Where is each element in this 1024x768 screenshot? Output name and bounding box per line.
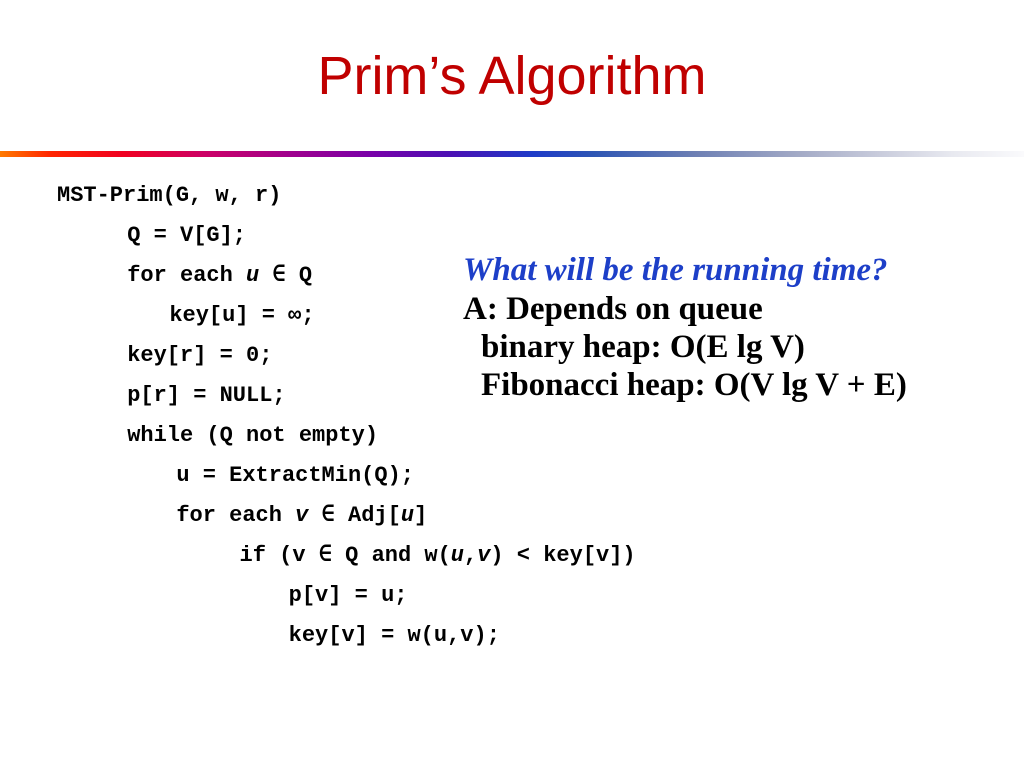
answer-line: binary heap: O(E lg V) bbox=[481, 329, 805, 365]
slide: Prim’s Algorithm MST-Prim(G, w, r) Q = V[… bbox=[0, 0, 1024, 768]
annotation-block: What will be the running time? A: Depend… bbox=[463, 250, 1024, 404]
gradient-divider bbox=[0, 151, 1024, 157]
page-title: Prim’s Algorithm bbox=[317, 46, 707, 106]
code-line: while (Q not empty) bbox=[127, 423, 379, 448]
code-line: for each v ∈ Adj[u] bbox=[176, 503, 428, 528]
code-line: MST-Prim(G, w, r) bbox=[57, 183, 282, 208]
code-line: p[v] = u; bbox=[288, 583, 408, 608]
code-line: key[v] = w(u,v); bbox=[288, 623, 500, 648]
answer-line: Fibonacci heap: O(V lg V + E) bbox=[481, 367, 907, 403]
answer-line: A: Depends on queue bbox=[463, 291, 763, 327]
code-line: u = ExtractMin(Q); bbox=[176, 463, 414, 488]
code-line: if (v ∈ Q and w(u,v) < key[v]) bbox=[239, 543, 636, 568]
running-time-question: What will be the running time? bbox=[463, 252, 888, 288]
running-time-answers: A: Depends on queue binary heap: O(E lg V… bbox=[463, 290, 1024, 404]
pseudocode-block: MST-Prim(G, w, r) Q = V[G]; for each u ∈ Q… bbox=[57, 176, 636, 656]
